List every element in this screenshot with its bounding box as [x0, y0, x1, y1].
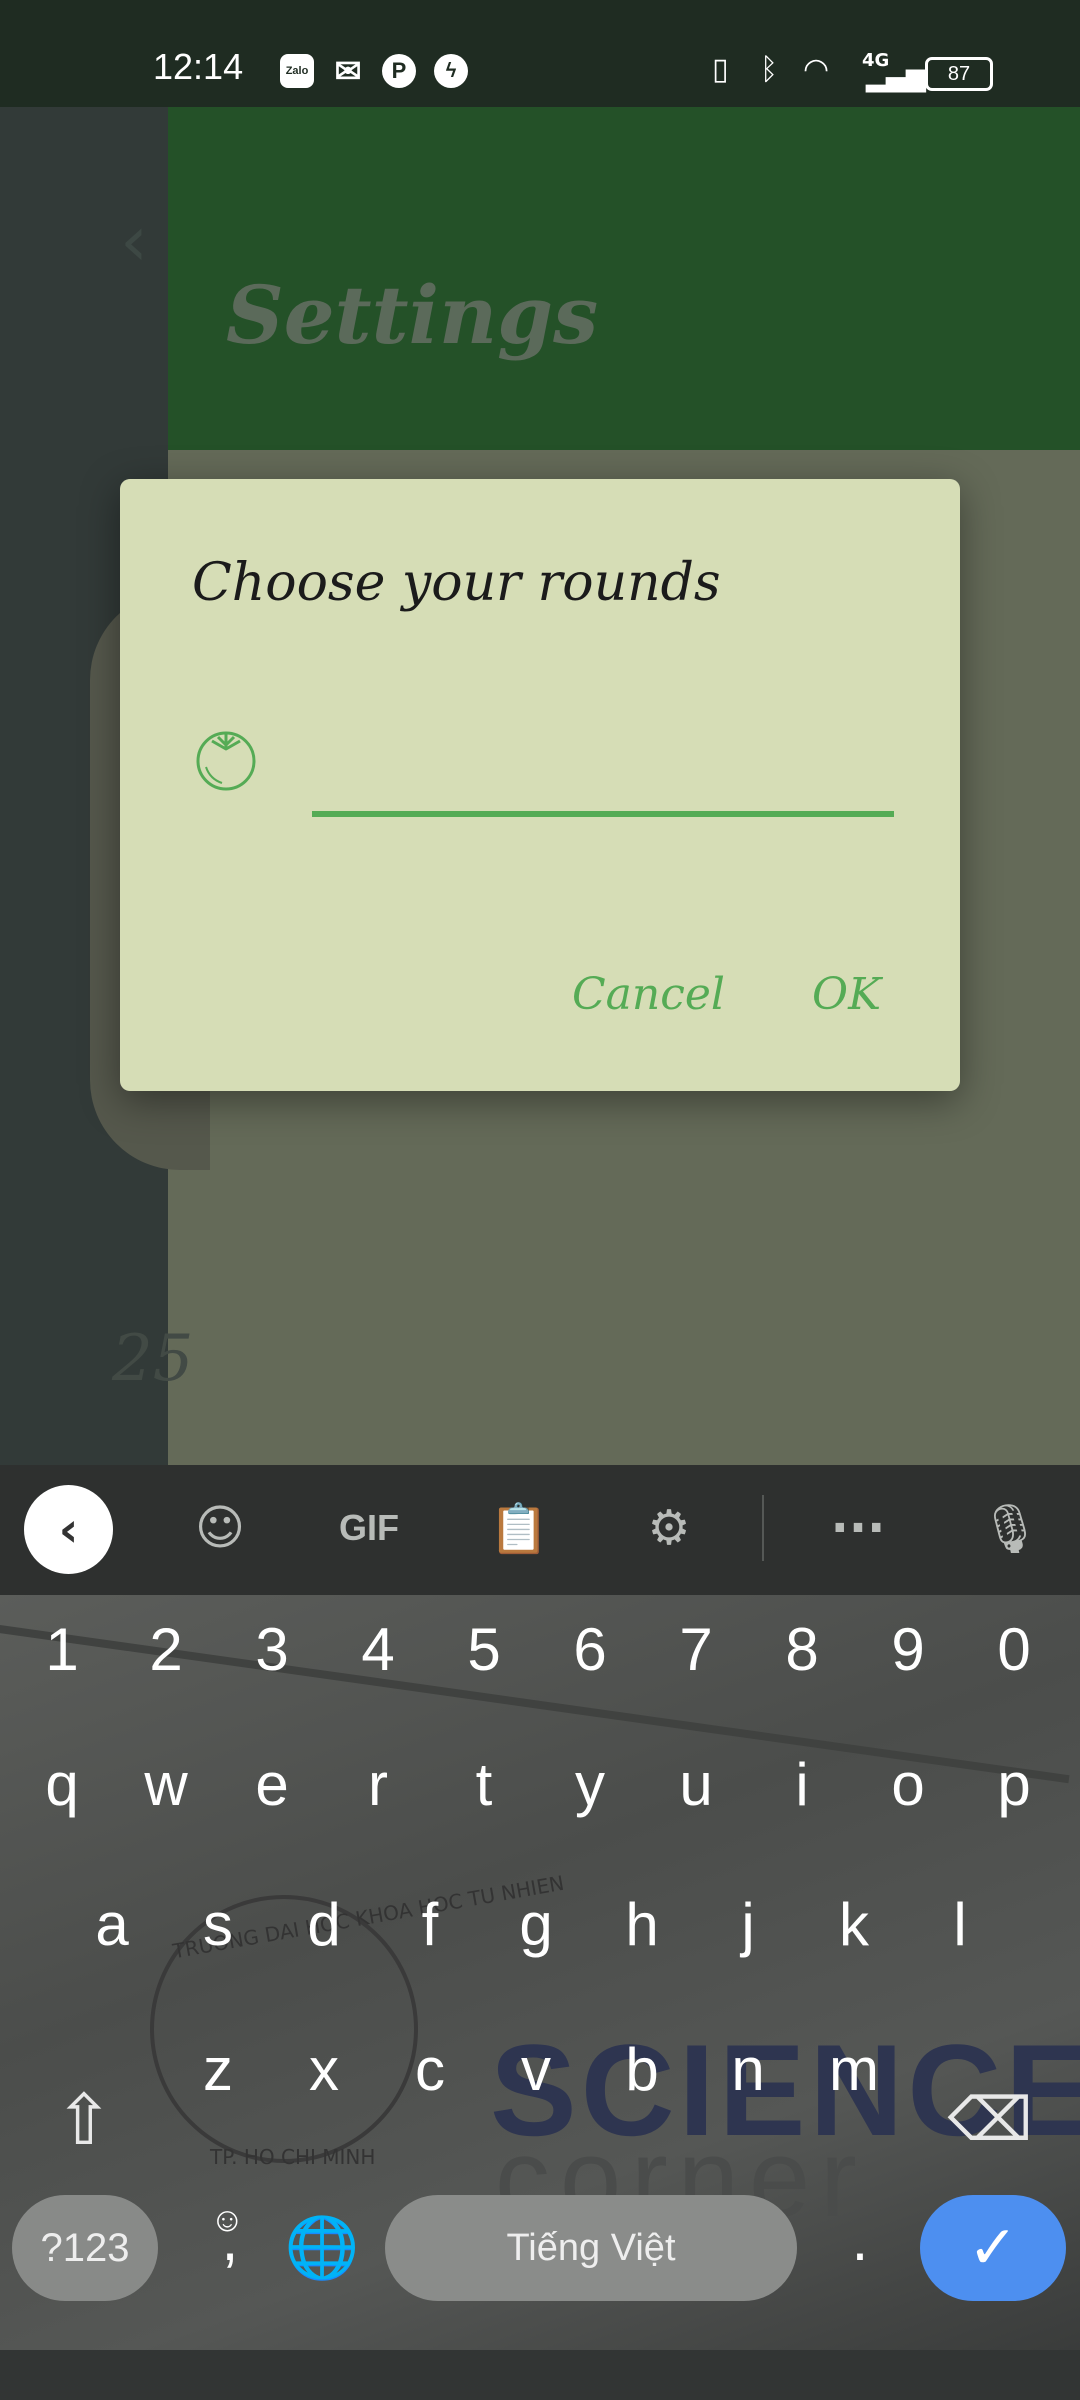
- microphone-icon[interactable]: 🎙: [975, 1493, 1045, 1563]
- back-arrow-icon[interactable]: ‹: [120, 200, 148, 282]
- backspace-key[interactable]: ⌫: [940, 2065, 1040, 2175]
- key-a[interactable]: a: [62, 1870, 162, 1980]
- wifi-icon: ◠: [803, 52, 830, 87]
- vibrate-icon: ▯: [712, 52, 729, 87]
- mail-icon: ✉: [334, 53, 362, 89]
- shift-key[interactable]: ⇧: [34, 2065, 134, 2175]
- symbols-key[interactable]: ?123: [12, 2195, 158, 2301]
- key-s[interactable]: s: [168, 1870, 268, 1980]
- key-q[interactable]: q: [12, 1730, 112, 1840]
- key-7[interactable]: 7: [646, 1595, 746, 1705]
- messenger-icon: ϟ: [434, 54, 468, 88]
- key-4[interactable]: 4: [328, 1595, 428, 1705]
- key-3[interactable]: 3: [222, 1595, 322, 1705]
- ok-button[interactable]: OK: [812, 969, 881, 1020]
- key-n[interactable]: n: [698, 2015, 798, 2125]
- key-6[interactable]: 6: [540, 1595, 640, 1705]
- key-z[interactable]: z: [168, 2015, 268, 2125]
- key-x[interactable]: x: [274, 2015, 374, 2125]
- key-y[interactable]: y: [540, 1730, 640, 1840]
- background-number: 25: [112, 1322, 194, 1396]
- period-key[interactable]: .: [810, 2185, 910, 2295]
- battery-indicator: 87: [925, 57, 993, 91]
- key-t[interactable]: t: [434, 1730, 534, 1840]
- gif-button[interactable]: GIF: [334, 1493, 404, 1563]
- soft-keyboard: TRUONG DAI HOC KHOA HOC TU NHIEN TP. HO …: [0, 1465, 1080, 2350]
- keyboard-collapse-button[interactable]: ‹: [24, 1485, 113, 1574]
- key-v[interactable]: v: [486, 2015, 586, 2125]
- gear-icon[interactable]: ⚙: [634, 1493, 704, 1563]
- zalo-notification-icon: Zalo: [280, 54, 314, 88]
- key-g[interactable]: g: [486, 1870, 586, 1980]
- key-c[interactable]: c: [380, 2015, 480, 2125]
- clipboard-icon[interactable]: 📋: [484, 1493, 554, 1563]
- sticker-icon[interactable]: ☺: [185, 1493, 255, 1563]
- enter-key[interactable]: ✓: [920, 2195, 1066, 2301]
- toolbar-divider: [762, 1495, 764, 1561]
- key-r[interactable]: r: [328, 1730, 428, 1840]
- key-l[interactable]: l: [910, 1870, 1010, 1980]
- dialog-title: Choose your rounds: [192, 553, 721, 613]
- gif-label: GIF: [339, 1507, 399, 1548]
- key-5[interactable]: 5: [434, 1595, 534, 1705]
- bluetooth-icon: ᛒ: [760, 52, 778, 87]
- emoji-hint-icon: ☺: [210, 2201, 245, 2239]
- rounds-dialog: Choose your rounds Cancel OK: [120, 479, 960, 1091]
- navigation-bar: [0, 2350, 1080, 2400]
- key-0[interactable]: 0: [964, 1595, 1064, 1705]
- key-p[interactable]: p: [964, 1730, 1064, 1840]
- key-i[interactable]: i: [752, 1730, 852, 1840]
- key-u[interactable]: u: [646, 1730, 746, 1840]
- more-icon[interactable]: ···: [823, 1493, 893, 1563]
- pinterest-icon: P: [382, 54, 416, 88]
- cancel-button[interactable]: Cancel: [572, 969, 725, 1020]
- key-f[interactable]: f: [380, 1870, 480, 1980]
- school-city-text: TP. HO CHI MINH: [210, 2145, 376, 2169]
- page-title: Settings: [226, 268, 599, 362]
- globe-icon[interactable]: 🌐: [272, 2195, 372, 2305]
- status-time: 12:14: [153, 46, 244, 87]
- key-k[interactable]: k: [804, 1870, 904, 1980]
- key-2[interactable]: 2: [116, 1595, 216, 1705]
- key-o[interactable]: o: [858, 1730, 958, 1840]
- rounds-input[interactable]: [312, 689, 894, 817]
- key-h[interactable]: h: [592, 1870, 692, 1980]
- key-1[interactable]: 1: [12, 1595, 112, 1705]
- key-w[interactable]: w: [116, 1730, 216, 1840]
- key-9[interactable]: 9: [858, 1595, 958, 1705]
- key-j[interactable]: j: [698, 1870, 798, 1980]
- key-b[interactable]: b: [592, 2015, 692, 2125]
- key-m[interactable]: m: [804, 2015, 904, 2125]
- space-key[interactable]: Tiếng Việt: [385, 2195, 797, 2301]
- key-e[interactable]: e: [222, 1730, 322, 1840]
- tomato-icon: [196, 731, 256, 791]
- key-d[interactable]: d: [274, 1870, 374, 1980]
- comma-key[interactable]: ☺,: [180, 2195, 280, 2305]
- key-8[interactable]: 8: [752, 1595, 852, 1705]
- signal-icon: ▂▄▆: [866, 63, 926, 93]
